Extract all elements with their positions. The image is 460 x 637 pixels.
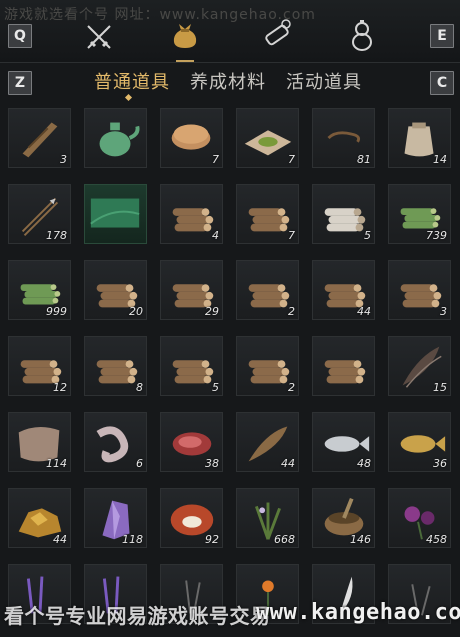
inventory-slot[interactable]: 668 (236, 488, 299, 548)
inventory-slot[interactable]: 12 (8, 336, 71, 396)
tab-gourd[interactable] (345, 18, 379, 52)
item-quantity: 146 (350, 533, 371, 546)
inventory-slot[interactable]: 7 (236, 108, 299, 168)
tab-event-items[interactable]: 活动道具 (286, 68, 362, 94)
inventory-slot[interactable]: 4 (160, 184, 223, 244)
inventory-slot[interactable]: 44 (312, 260, 375, 320)
item-quantity: 44 (281, 457, 295, 470)
item-quantity: 5 (212, 381, 219, 394)
key-c[interactable]: C (430, 71, 454, 95)
inventory-slot[interactable]: 3 (8, 108, 71, 168)
item-quantity: 14 (433, 153, 447, 166)
active-tab-indicator (124, 93, 133, 102)
inventory-slot[interactable]: 3 (388, 260, 451, 320)
inventory-slot[interactable]: 7 (236, 184, 299, 244)
item-quantity: 81 (357, 153, 371, 166)
item-quantity: 44 (53, 533, 67, 546)
item-quantity: 44 (357, 305, 371, 318)
tab-scrolls[interactable] (260, 18, 294, 52)
item-quantity: 3 (60, 153, 67, 166)
inventory-slot[interactable]: 2 (236, 336, 299, 396)
inventory-slot[interactable]: 29 (160, 260, 223, 320)
tab-equipment[interactable] (82, 20, 116, 54)
gourd-icon (352, 20, 372, 51)
inventory-slot[interactable]: 6 (84, 412, 147, 472)
inventory-slot[interactable]: 114 (8, 412, 71, 472)
key-e[interactable]: E (430, 24, 454, 48)
key-q[interactable]: Q (8, 24, 32, 48)
inventory-slot[interactable]: 48 (312, 412, 375, 472)
inventory-slot[interactable]: 8 (84, 336, 147, 396)
inventory-slot[interactable]: 15 (388, 336, 451, 396)
item-quantity: 8 (136, 381, 143, 394)
top-bar: 游戏就选看个号 网址：www.kangehao.com Q E (0, 0, 460, 63)
log-bundle-icon (324, 360, 366, 384)
jade-teapot-icon (99, 122, 140, 157)
inventory-slot[interactable]: 146 (312, 488, 375, 548)
item-quantity: 7 (212, 153, 219, 166)
inventory-slot[interactable] (84, 108, 147, 168)
item-quantity: 458 (426, 533, 447, 546)
bottom-watermark: 看个号专业网易游戏账号交易 www.kangehao.co (0, 598, 460, 630)
item-quantity: 114 (46, 457, 67, 470)
item-quantity: 7 (288, 229, 295, 242)
inventory-slot[interactable]: 178 (8, 184, 71, 244)
inventory-slot[interactable]: 20 (84, 260, 147, 320)
item-quantity: 6 (136, 457, 143, 470)
inventory-slot[interactable]: 2 (236, 260, 299, 320)
item-quantity: 668 (274, 533, 295, 546)
item-quantity: 20 (129, 305, 143, 318)
crossed-swords-icon (87, 25, 111, 49)
item-quantity: 92 (205, 533, 219, 546)
inventory-slot[interactable]: 38 (160, 412, 223, 472)
item-quantity: 38 (205, 457, 219, 470)
item-quantity: 2 (288, 305, 295, 318)
watermark-text: 看个号专业网易游戏账号交易 (4, 604, 271, 628)
item-quantity: 118 (122, 533, 143, 546)
inventory-slot[interactable]: 739 (388, 184, 451, 244)
inventory-slot[interactable]: 999 (8, 260, 71, 320)
item-quantity: 12 (53, 381, 67, 394)
key-z[interactable]: Z (8, 71, 32, 95)
item-quantity: 739 (426, 229, 447, 242)
item-quantity: 15 (433, 381, 447, 394)
item-quantity: 5 (364, 229, 371, 242)
inventory-slot[interactable]: 81 (312, 108, 375, 168)
item-quantity: 2 (288, 381, 295, 394)
tab-cultivation-materials[interactable]: 养成材料 (190, 68, 266, 94)
inventory-slot[interactable] (84, 184, 147, 244)
item-quantity: 36 (433, 457, 447, 470)
inventory-slot[interactable]: 118 (84, 488, 147, 548)
inventory-slot[interactable] (312, 336, 375, 396)
item-quantity: 4 (212, 229, 219, 242)
watermark-url: www.kangehao.co (256, 600, 460, 625)
money-bag-icon (173, 24, 197, 48)
inventory-slot[interactable]: 92 (160, 488, 223, 548)
inventory-slot[interactable]: 14 (388, 108, 451, 168)
item-quantity: 7 (288, 153, 295, 166)
item-quantity: 178 (46, 229, 67, 242)
item-quantity: 29 (205, 305, 219, 318)
inventory-slot[interactable]: 44 (236, 412, 299, 472)
inventory-slot[interactable]: 458 (388, 488, 451, 548)
category-tab-bar: Z 普通道具 养成材料 活动道具 C (0, 65, 460, 103)
inventory-slot[interactable]: 5 (312, 184, 375, 244)
inventory-slot[interactable]: 36 (388, 412, 451, 472)
inventory-slot[interactable]: 5 (160, 336, 223, 396)
item-quantity: 3 (440, 305, 447, 318)
item-quantity: 999 (46, 305, 67, 318)
tab-general-items[interactable]: 普通道具 (94, 68, 170, 94)
inventory-slot[interactable]: 44 (8, 488, 71, 548)
scroll-icon (265, 19, 291, 46)
item-quantity: 48 (357, 457, 371, 470)
inventory-slot[interactable]: 7 (160, 108, 223, 168)
green-scroll-icon (90, 198, 140, 228)
tab-items[interactable] (168, 16, 202, 62)
